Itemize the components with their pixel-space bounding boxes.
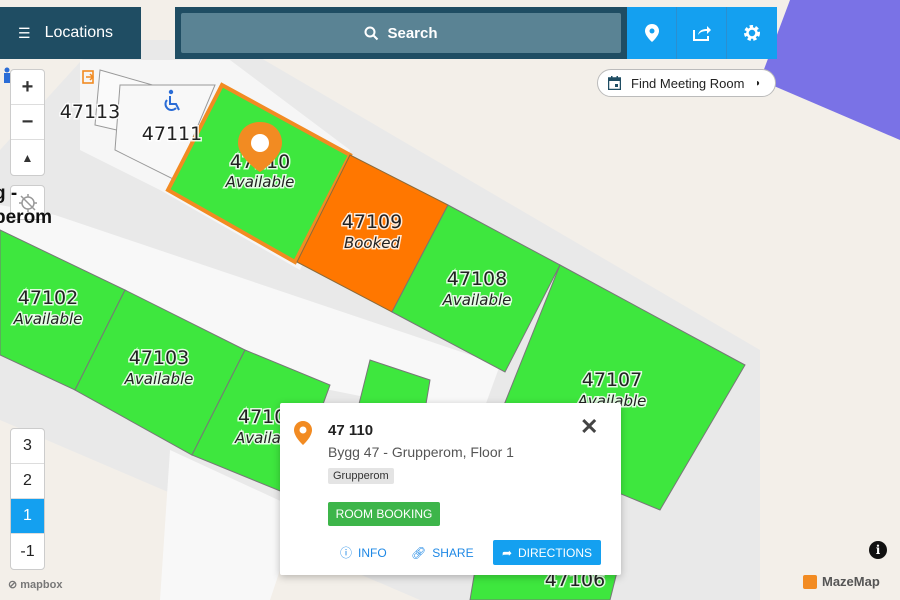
zoom-in-button[interactable]: + (11, 70, 44, 105)
share-icon (692, 26, 711, 41)
popup-title: 47 110 (328, 422, 374, 439)
room-label-47113: 47113 (60, 101, 120, 123)
my-location-button[interactable] (627, 7, 677, 59)
locations-button[interactable]: ☰ Locations (0, 7, 141, 59)
room-status-47102: Available (13, 310, 83, 328)
find-meeting-room-label: Find Meeting Room (631, 75, 745, 91)
close-icon[interactable]: ✕ (580, 414, 598, 440)
search-label: Search (387, 24, 438, 42)
mapbox-attribution[interactable]: ⊘ mapbox (8, 578, 62, 591)
room-label-47107: 47107 (582, 369, 642, 391)
search-icon (364, 26, 379, 40)
mazemap-label: MazeMap (822, 574, 880, 589)
compass-button[interactable]: ▲ (11, 140, 44, 175)
room-status-47108: Available (442, 291, 512, 309)
category-tag: Grupperom (328, 468, 394, 484)
calendar-icon (608, 76, 621, 90)
caret-right-icon: ◗ (754, 77, 761, 89)
info-circle-icon: ⓘ (340, 546, 353, 560)
room-status-4710: Availa (234, 429, 281, 447)
locations-label: Locations (44, 24, 114, 41)
info-button[interactable]: ⓘ INFO (340, 540, 387, 565)
search-bar: Search (175, 7, 627, 59)
room-label-47109: 47109 (342, 211, 402, 233)
find-meeting-room-button[interactable]: Find Meeting Room ◗ (597, 69, 776, 97)
room-booking-button[interactable]: ROOM BOOKING (328, 502, 440, 526)
directions-button[interactable]: ➦ DIRECTIONS (493, 540, 601, 565)
mapbox-logo-icon: ⊘ (8, 579, 21, 591)
building-label: g - perom (0, 182, 52, 230)
popup-subtitle: Bygg 47 - Grupperom, Floor 1 (328, 444, 514, 460)
floor-button-minus-1[interactable]: -1 (11, 534, 44, 569)
floor-button-3[interactable]: 3 (11, 429, 44, 464)
settings-button[interactable] (727, 7, 777, 59)
share-link-button[interactable]: 🔗︎ SHARE (411, 540, 474, 565)
room-status-47110: Available (225, 173, 295, 191)
floor-selector: 3 2 1 -1 (10, 428, 45, 570)
room-info-popup: 47 110 ✕ Bygg 47 - Grupperom, Floor 1 Gr… (280, 403, 621, 575)
mazemap-logo: MazeMap (803, 574, 880, 589)
directions-label: DIRECTIONS (518, 545, 593, 560)
room-status-47109: Booked (344, 234, 401, 252)
location-pin-icon (294, 421, 312, 445)
room-label-47102: 47102 (18, 287, 78, 309)
floor-button-1[interactable]: 1 (11, 499, 44, 534)
share-button[interactable] (677, 7, 727, 59)
search-input[interactable]: Search (181, 13, 621, 53)
room-label-47103: 47103 (129, 347, 189, 369)
mapbox-label: mapbox (20, 579, 63, 591)
building-label-line1: g - (0, 183, 18, 204)
zoom-controls: + − ▲ (10, 69, 45, 176)
zoom-out-button[interactable]: − (11, 105, 44, 140)
link-icon: 🔗︎ (411, 545, 427, 560)
compass-icon: ▲ (21, 150, 34, 165)
location-pin-icon (644, 24, 659, 42)
room-label-47111: 47111 (142, 123, 202, 145)
mazemap-logo-icon (803, 574, 817, 589)
info-attribution-button[interactable]: i (869, 541, 887, 559)
share-label: SHARE (432, 545, 474, 560)
gear-icon (744, 25, 760, 41)
room-label-47108: 47108 (447, 268, 507, 290)
toolbar (627, 7, 777, 59)
floor-button-2[interactable]: 2 (11, 464, 44, 499)
building-label-line2: perom (0, 207, 53, 228)
info-label: INFO (358, 545, 387, 560)
room-status-47103: Available (124, 370, 194, 388)
directions-arrow-icon: ➦ (501, 545, 513, 560)
list-icon: ☰ (18, 24, 31, 41)
